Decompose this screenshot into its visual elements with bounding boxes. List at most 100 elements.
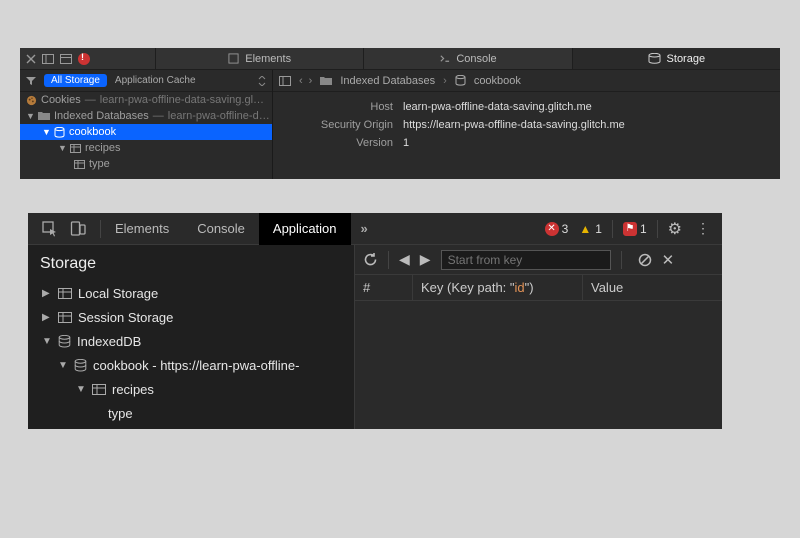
more-tabs[interactable]: » <box>351 221 378 236</box>
console-icon <box>439 53 450 64</box>
application-main: ◀ ▶ ✕ # Key (Key path: "id") Value <box>354 245 722 429</box>
breadcrumb-bar: ‹ › Indexed Databases › cookbook <box>273 70 780 92</box>
nav-forward[interactable]: › <box>309 75 313 87</box>
webkit-storage-panel: ! Elements Console Storage All Storage A… <box>20 48 780 179</box>
tree-cookies[interactable]: Cookies — learn-pwa-offline-data-saving.… <box>20 92 272 108</box>
tree-db-cookbook[interactable]: ▼ cookbook <box>20 124 272 140</box>
col-value[interactable]: Value <box>583 275 722 300</box>
col-index[interactable]: # <box>355 275 413 300</box>
tree-label: type <box>89 158 110 170</box>
tree-index-type[interactable]: type <box>20 156 272 172</box>
tab-label: Application <box>273 221 337 236</box>
table-header: # Key (Key path: "id") Value <box>355 275 722 301</box>
error-counter[interactable]: ✕3 <box>545 222 569 236</box>
caret-down-icon: ▼ <box>26 111 34 121</box>
start-from-key-input[interactable] <box>441 250 611 270</box>
sidebar-label: type <box>108 406 133 421</box>
breadcrumb[interactable]: cookbook <box>474 75 521 87</box>
filter-icon[interactable] <box>26 76 36 86</box>
tab-label: Console <box>456 53 496 65</box>
breadcrumb[interactable]: Indexed Databases <box>340 75 435 87</box>
tree-label: Cookies <box>41 94 81 106</box>
inspect-icon[interactable] <box>42 221 58 237</box>
tab-label: Console <box>197 221 245 236</box>
sidebar-label: cookbook - https://learn-pwa-offline- <box>93 358 299 373</box>
window-controls: ! <box>20 48 155 69</box>
table-icon <box>58 288 72 299</box>
database-icon <box>58 335 71 348</box>
sidebar-label: recipes <box>112 382 154 397</box>
filter-bar: All Storage Application Cache <box>20 70 272 92</box>
sidebar-toggle-icon[interactable] <box>279 76 291 86</box>
table-icon <box>74 160 85 169</box>
chrome-application-panel: Elements Console Application » ✕3 ▲1 ⚑1 … <box>28 213 722 429</box>
settings-icon[interactable]: ⚙ <box>668 219 682 239</box>
delete-icon[interactable]: ✕ <box>662 251 675 269</box>
storage-tree: Cookies — learn-pwa-offline-data-saving.… <box>20 92 272 179</box>
kebab-icon[interactable]: ⋮ <box>692 220 714 237</box>
detail-key: Host <box>273 101 403 113</box>
tab-label: Elements <box>245 53 291 65</box>
sidebar-indexeddb[interactable]: ▼ IndexedDB <box>28 329 354 353</box>
caret-right-icon: ▶ <box>42 312 52 323</box>
sidebar-label: IndexedDB <box>77 334 141 349</box>
tab-console[interactable]: Console <box>183 213 259 245</box>
table-icon <box>70 144 81 153</box>
folder-icon <box>320 76 332 86</box>
sidebar-label: Session Storage <box>78 310 173 325</box>
folder-icon <box>38 111 50 121</box>
col-key[interactable]: Key (Key path: "id") <box>413 275 583 300</box>
clear-store-icon[interactable] <box>638 253 652 267</box>
sidebar-index-type[interactable]: type <box>28 401 354 425</box>
detail-value: https://learn-pwa-offline-data-saving.gl… <box>403 119 625 131</box>
detail-key: Version <box>273 137 403 149</box>
error-badge[interactable]: ! <box>78 53 93 65</box>
expand-icon[interactable] <box>258 76 266 86</box>
sidebar-heading: Storage <box>28 251 354 281</box>
caret-down-icon: ▼ <box>42 127 50 137</box>
sidebar-local-storage[interactable]: ▶ Local Storage <box>28 281 354 305</box>
tree-label: Indexed Databases <box>54 110 149 122</box>
tree-site: learn-pwa-offline-data-saving.gl… <box>100 94 264 106</box>
refresh-icon[interactable] <box>363 252 378 267</box>
table-icon <box>58 312 72 323</box>
database-icon <box>74 359 87 372</box>
caret-down-icon: ▼ <box>58 143 66 153</box>
nav-back[interactable]: ‹ <box>299 75 303 87</box>
sidebar-session-storage[interactable]: ▶ Session Storage <box>28 305 354 329</box>
close-icon[interactable] <box>26 54 36 64</box>
caret-right-icon: ▶ <box>42 288 52 299</box>
device-icon[interactable] <box>70 221 86 237</box>
table-icon <box>92 384 106 395</box>
filter-app-cache[interactable]: Application Cache <box>115 75 196 86</box>
detail-key: Security Origin <box>273 119 403 131</box>
next-page-icon[interactable]: ▶ <box>420 251 431 268</box>
tab-application[interactable]: Application <box>259 213 351 245</box>
database-icon <box>54 127 65 138</box>
panel-icon[interactable] <box>60 54 72 64</box>
application-sidebar: Storage ▶ Local Storage ▶ Session Storag… <box>28 245 354 429</box>
filter-all-storage[interactable]: All Storage <box>44 74 107 87</box>
storage-sidebar: All Storage Application Cache Cookies — … <box>20 70 273 179</box>
sidebar-store-recipes[interactable]: ▼ recipes <box>28 377 354 401</box>
dock-icon[interactable] <box>42 54 54 64</box>
tab-elements[interactable]: Elements <box>155 48 363 69</box>
prev-page-icon[interactable]: ◀ <box>399 251 410 268</box>
caret-down-icon: ▼ <box>42 336 52 347</box>
sidebar-db-cookbook[interactable]: ▼ cookbook - https://learn-pwa-offline- <box>28 353 354 377</box>
detail-value: 1 <box>403 137 409 149</box>
warning-counter[interactable]: ▲1 <box>578 222 602 236</box>
storage-icon <box>648 53 661 64</box>
issues-counter[interactable]: ⚑1 <box>623 222 647 236</box>
tab-elements[interactable]: Elements <box>101 213 183 245</box>
storage-main: ‹ › Indexed Databases › cookbook Hostlea… <box>273 70 780 179</box>
tab-storage[interactable]: Storage <box>572 48 780 69</box>
sidebar-label: Local Storage <box>78 286 158 301</box>
keypath-value: id <box>515 280 525 295</box>
tab-bar: ! Elements Console Storage <box>20 48 780 70</box>
tree-site: learn-pwa-offline-dat… <box>168 110 272 122</box>
tab-console[interactable]: Console <box>363 48 571 69</box>
tree-store-recipes[interactable]: ▼ recipes <box>20 140 272 156</box>
tab-bar: Elements Console Application » ✕3 ▲1 ⚑1 … <box>28 213 722 245</box>
tree-indexed-databases[interactable]: ▼ Indexed Databases — learn-pwa-offline-… <box>20 108 272 124</box>
